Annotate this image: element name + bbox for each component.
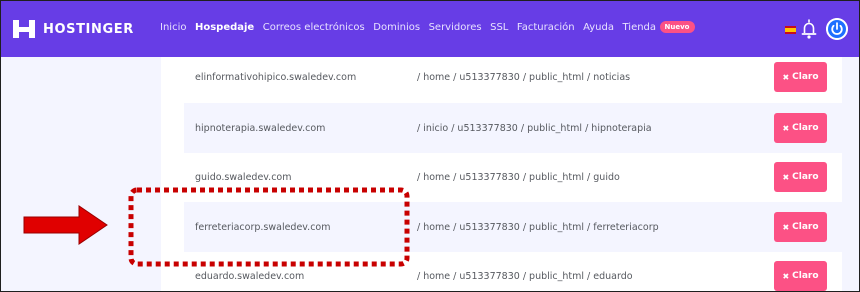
spain-flag-icon[interactable] [785, 26, 796, 34]
nav-item-servidores[interactable]: Servidores [429, 22, 482, 33]
clear-button-label: Claro [792, 72, 819, 82]
logo-text: HOSTINGER [43, 21, 134, 37]
nav-item-tienda[interactable]: Tienda [622, 22, 656, 33]
clear-button-label: Claro [792, 172, 819, 182]
power-icon[interactable] [826, 18, 848, 40]
arrow-right-icon [23, 205, 108, 245]
path-cell: / home / u513377830 / public_html / edua… [417, 270, 633, 282]
path-cell: / home / u513377830 / public_html / noti… [417, 71, 631, 83]
clear-button-label: Claro [792, 271, 819, 281]
clear-button[interactable]: ✖ Claro [774, 62, 827, 92]
hostinger-logo-icon [13, 20, 35, 38]
clear-button[interactable]: ✖ Claro [774, 113, 827, 143]
domain-cell: eduardo.swaledev.com [195, 270, 305, 282]
path-cell: / home / u513377830 / public_html / guid… [417, 171, 620, 183]
brand-logo[interactable]: HOSTINGER [13, 20, 134, 38]
new-badge: Nuevo [659, 21, 695, 33]
nav-item-inicio[interactable]: Inicio [160, 22, 186, 33]
domain-cell: elinformativohipico.swaledev.com [195, 71, 357, 83]
screenshot-frame: HOSTINGER Inicio Hospedaje Correos elect… [0, 0, 860, 292]
main-nav: Inicio Hospedaje Correos electrónicos Do… [160, 21, 695, 33]
domain-cell: guido.swaledev.com [195, 171, 292, 183]
clear-button-label: Claro [792, 222, 819, 232]
clear-button-label: Claro [792, 123, 819, 133]
x-icon: ✖ [782, 123, 790, 133]
clear-button[interactable]: ✖ Claro [774, 212, 827, 242]
nav-item-correos[interactable]: Correos electrónicos [263, 22, 365, 33]
highlight-box [128, 187, 410, 267]
table-row: hipnoterapia.swaledev.com / inicio / u51… [184, 103, 842, 153]
x-icon: ✖ [782, 222, 790, 232]
path-cell: / inicio / u513377830 / public_html / hi… [417, 122, 652, 134]
right-side-panel [842, 57, 859, 291]
x-icon: ✖ [782, 172, 790, 182]
nav-item-hospedaje[interactable]: Hospedaje [195, 22, 254, 33]
nav-item-dominios[interactable]: Dominios [373, 22, 420, 33]
nav-item-facturacion[interactable]: Facturación [517, 22, 575, 33]
top-navigation-bar: HOSTINGER Inicio Hospedaje Correos elect… [1, 1, 859, 57]
table-row: elinformativohipico.swaledev.com / home … [184, 52, 842, 102]
domain-cell: hipnoterapia.swaledev.com [195, 122, 326, 134]
x-icon: ✖ [782, 271, 790, 281]
clear-button[interactable]: ✖ Claro [774, 162, 827, 192]
x-icon: ✖ [782, 72, 790, 82]
bell-icon[interactable] [801, 18, 817, 40]
path-cell: / home / u513377830 / public_html / ferr… [417, 221, 659, 233]
clear-button[interactable]: ✖ Claro [774, 261, 827, 291]
nav-item-ssl[interactable]: SSL [490, 22, 508, 33]
nav-item-ayuda[interactable]: Ayuda [583, 22, 614, 33]
